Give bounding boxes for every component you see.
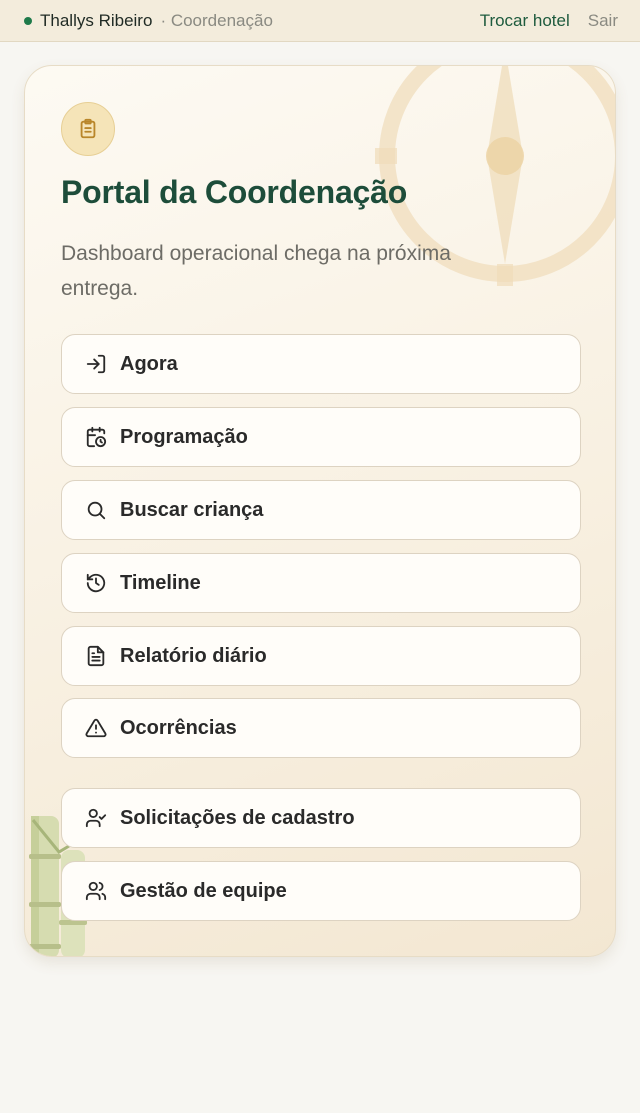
warning-icon	[84, 716, 108, 740]
online-status-dot	[24, 16, 32, 25]
search-icon	[84, 498, 108, 522]
menu-item-label: Buscar criança	[120, 498, 264, 521]
menu-item-relatorio-diario[interactable]: Relatório diário	[61, 626, 581, 686]
user-name: Thallys Ribeiro	[40, 10, 153, 30]
calendar-clock-icon	[84, 425, 108, 449]
menu-item-label: Timeline	[120, 571, 201, 594]
login-arrow-icon	[84, 352, 108, 376]
menu-item-agora[interactable]: Agora	[61, 334, 581, 394]
user-info: Thallys Ribeiro · Coordenação	[24, 11, 273, 31]
menu-item-timeline[interactable]: Timeline	[61, 553, 581, 613]
menu-item-solicitacoes-cadastro[interactable]: Solicitações de cadastro	[61, 788, 581, 848]
user-role: · Coordenação	[160, 10, 273, 30]
menu-item-gestao-equipe[interactable]: Gestão de equipe	[61, 861, 581, 921]
page-subtitle: Dashboard operacional chega na próxima e…	[61, 242, 451, 300]
menu-item-label: Agora	[120, 352, 178, 375]
menu-item-label: Programação	[120, 425, 248, 448]
menu-item-label: Relatório diário	[120, 644, 267, 667]
menu-item-buscar-crianca[interactable]: Buscar criança	[61, 480, 581, 540]
logout-link[interactable]: Sair	[588, 11, 618, 31]
clipboard-badge	[61, 102, 115, 156]
page-title: Portal da Coordenação	[61, 174, 408, 210]
menu-item-label: Gestão de equipe	[120, 879, 287, 902]
menu-item-programacao[interactable]: Programação	[61, 407, 581, 467]
coordination-portal-card: Portal da Coordenação Dashboard operacio…	[24, 65, 616, 957]
document-icon	[84, 644, 108, 668]
menu-item-label: Solicitações de cadastro	[120, 806, 355, 829]
switch-hotel-link[interactable]: Trocar hotel	[480, 11, 570, 31]
history-icon	[84, 571, 108, 595]
users-icon	[84, 879, 108, 903]
top-bar-actions: Trocar hotel Sair	[480, 11, 618, 31]
top-bar: Thallys Ribeiro · Coordenação Trocar hot…	[0, 0, 640, 42]
user-check-icon	[84, 806, 108, 830]
menu-item-label: Ocorrências	[120, 716, 237, 739]
menu-item-ocorrencias[interactable]: Ocorrências	[61, 698, 581, 758]
clipboard-icon	[80, 118, 96, 139]
